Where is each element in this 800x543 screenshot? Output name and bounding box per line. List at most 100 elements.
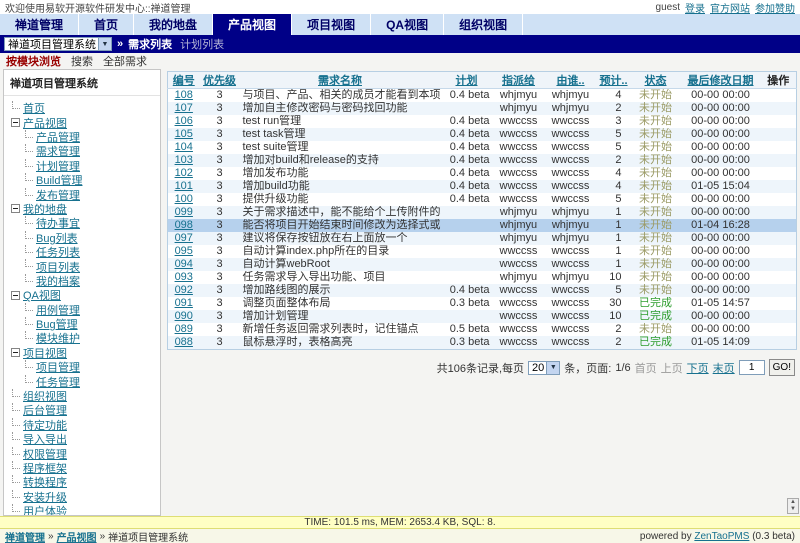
story-id-link[interactable]: 108 [175,89,193,101]
story-id-link[interactable]: 104 [175,141,193,153]
sort-link[interactable]: 由谁.. [556,75,584,87]
sidebar-link[interactable]: Bug管理 [36,317,78,331]
toolbar-item[interactable]: 按模块浏览 [6,53,61,69]
sidebar-link[interactable]: Build管理 [36,173,82,187]
page-number-input[interactable] [739,360,765,375]
scroll-up-icon[interactable]: ▲ [788,499,798,506]
nav-tab[interactable]: 组织视图 [444,14,523,35]
collapse-icon[interactable] [11,118,20,127]
sidebar-link[interactable]: Bug列表 [36,231,78,245]
sidebar-link[interactable]: 项目列表 [36,259,80,273]
main-panel: 编号优先级 需求名称 计划 指派给 由谁.. 预计.. 状态 最后修改日期操作 1083与项目… [167,71,797,516]
nav-tab[interactable]: 我的地盘 [134,14,213,35]
scrollbar-widget[interactable]: ▲ ▼ [787,498,799,514]
sort-link[interactable]: 需求名称 [318,75,362,87]
sidebar-link[interactable]: 模块维护 [36,331,80,345]
collapse-icon[interactable] [11,348,20,357]
sidebar-link[interactable]: 用例管理 [36,302,80,316]
story-id-link[interactable]: 088 [175,336,193,348]
sidebar-link[interactable]: 程序框架 [23,461,67,475]
story-id-link[interactable]: 107 [175,102,193,114]
sidebar-link[interactable]: 转换程序 [23,475,67,489]
cell-estimate: 5 [597,193,631,206]
nav-tab[interactable]: 首页 [79,14,134,35]
story-id-link[interactable]: 106 [175,115,193,127]
column-header-action: 操作 [761,72,797,89]
chevron-down-icon[interactable]: ▼ [98,38,111,50]
story-id-link[interactable]: 105 [175,128,193,140]
sidebar-link[interactable]: 组织视图 [23,389,67,403]
story-id-link[interactable]: 101 [175,180,193,192]
story-id-link[interactable]: 100 [175,193,193,205]
sidebar-link[interactable]: QA视图 [23,288,61,302]
story-id-link[interactable]: 091 [175,297,193,309]
sidebar-link[interactable]: 任务列表 [36,245,80,259]
story-id-link[interactable]: 102 [175,167,193,179]
sort-link[interactable]: 最后修改日期 [688,75,754,87]
story-id-link[interactable]: 095 [175,245,193,257]
nav-tab[interactable]: QA视图 [371,14,444,35]
cell-last-edited: 01-05 14:09 [681,336,761,350]
story-id-link[interactable]: 097 [175,232,193,244]
sort-link[interactable]: 计划 [456,75,478,87]
sidebar-link[interactable]: 项目视图 [23,346,67,360]
sidebar-link[interactable]: 计划管理 [36,159,80,173]
cell-estimate: 1 [597,245,631,258]
sidebar-link[interactable]: 导入导出 [23,432,67,446]
nav-tab[interactable]: 禅道管理 [0,14,79,35]
sidebar-link[interactable]: 用户体验 [23,504,67,516]
sidebar-link[interactable]: 待办事宜 [36,216,80,230]
story-id-link[interactable]: 093 [175,271,193,283]
tree-item: 用户体验 [11,504,158,516]
story-id-link[interactable]: 094 [175,258,193,270]
story-id-link[interactable]: 103 [175,154,193,166]
sort-link[interactable]: 预计.. [599,75,627,87]
nav-tab[interactable]: 产品视图 [213,14,292,35]
zentao-link[interactable]: ZenTaoPMS [694,531,749,542]
sidebar-link[interactable]: 任务管理 [36,374,80,388]
sidebar-link[interactable]: 后台管理 [23,403,67,417]
collapse-icon[interactable] [11,291,20,300]
subnav-item[interactable]: 计划列表 [180,36,224,52]
next-page-link[interactable]: 下页 [687,360,709,376]
scroll-down-icon[interactable]: ▼ [788,506,798,513]
sidebar-link[interactable]: 我的地盘 [23,202,67,216]
sidebar-link[interactable]: 我的档案 [36,274,80,288]
chevron-down-icon[interactable]: ▼ [546,362,559,374]
subnav-item[interactable]: 需求列表 [128,36,172,52]
sort-link[interactable]: 编号 [173,75,195,87]
breadcrumb-link[interactable]: 禅道管理 [5,529,45,543]
topbar-link[interactable]: 登录 [685,0,705,15]
page-size-select[interactable]: 20 ▼ [528,361,560,375]
sort-link[interactable]: 指派给 [502,75,535,87]
sidebar-link[interactable]: 产品视图 [23,115,67,129]
story-id-link[interactable]: 089 [175,323,193,335]
sidebar-link[interactable]: 项目管理 [36,360,80,374]
sidebar-link[interactable]: 待定功能 [23,418,67,432]
story-id-link[interactable]: 092 [175,284,193,296]
go-button[interactable]: GO! [769,359,795,376]
tree-connector-icon [12,432,20,440]
nav-tab[interactable]: 项目视图 [292,14,371,35]
story-id-link[interactable]: 099 [175,206,193,218]
collapse-icon[interactable] [11,204,20,213]
sidebar-link[interactable]: 产品管理 [36,130,80,144]
toolbar-item[interactable]: 全部需求 [103,53,147,69]
story-id-link[interactable]: 090 [175,310,193,322]
sidebar-link[interactable]: 需求管理 [36,144,80,158]
sidebar-link[interactable]: 发布管理 [36,187,80,201]
sort-link[interactable]: 状态 [645,75,667,87]
table-row: 1083与项目、产品、相关的成员才能看到本项、产品、bug0.4 betawhj… [168,89,797,103]
sidebar-link[interactable]: 安装升级 [23,490,67,504]
topbar-link[interactable]: 官方网站 [710,0,750,15]
topbar-link[interactable]: 参加赞助 [755,0,795,15]
sidebar-link[interactable]: 权限管理 [23,446,67,460]
toolbar-item[interactable]: 搜索 [71,53,93,69]
breadcrumb-link[interactable]: 产品视图 [57,529,97,543]
cell-name: test run管理 [240,115,441,128]
sidebar-link[interactable]: 首页 [23,101,45,115]
last-page-link[interactable]: 末页 [713,360,735,376]
sort-link[interactable]: 优先级 [203,75,236,87]
story-id-link[interactable]: 098 [175,219,193,231]
product-select[interactable]: 禅道项目管理系统 ▼ [4,37,112,51]
